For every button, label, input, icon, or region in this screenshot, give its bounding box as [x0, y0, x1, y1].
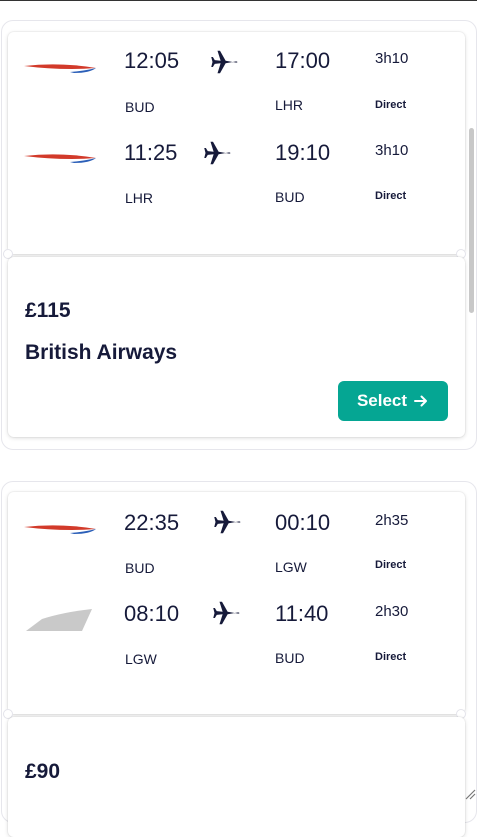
top-divider [0, 0, 477, 1]
british-airways-logo [24, 154, 96, 163]
plane-icon [213, 601, 240, 625]
stops-label: Direct [375, 651, 407, 663]
british-airways-logo [24, 64, 96, 73]
departure-airport: BUD [125, 560, 155, 576]
arrival-time: 00:10 [275, 510, 331, 535]
arrival-airport: LGW [275, 559, 307, 575]
flight-itinerary-card[interactable]: 22:35 BUD 00:10 LGW 2h35 Direct 08:10 LG… [8, 492, 465, 714]
departure-time: 22:35 [124, 510, 180, 535]
airline-name: British Airways [25, 341, 178, 364]
departure-time: 08:10 [124, 601, 180, 626]
price-card: £115 British Airways Select [8, 257, 465, 437]
arrival-airport: BUD [275, 189, 305, 205]
departure-airport: LHR [125, 190, 154, 206]
generic-airline-logo [26, 609, 92, 631]
arrow-right-icon [414, 395, 428, 407]
stops-label: Direct [375, 99, 407, 111]
stops-label: Direct [375, 559, 407, 571]
arrival-airport: BUD [275, 650, 305, 666]
flight-leg-outbound: 22:35 BUD 00:10 LGW 2h35 Direct [8, 504, 465, 576]
flight-leg-return: 08:10 LGW 11:40 BUD 2h30 Direct [8, 595, 465, 667]
arrival-time: 19:10 [275, 140, 331, 165]
flight-duration: 3h10 [375, 50, 409, 67]
departure-time: 11:25 [124, 140, 178, 165]
plane-icon [214, 510, 241, 534]
departure-airport: LGW [125, 651, 157, 667]
flight-leg-outbound: 12:05 BUD 17:00 LHR 3h10 Direct [8, 44, 465, 115]
select-button-label: Select [356, 391, 408, 410]
plane-icon [211, 50, 238, 74]
stops-label: Direct [375, 190, 407, 202]
flight-duration: 3h10 [375, 142, 409, 159]
arrival-time: 17:00 [275, 48, 331, 73]
departure-time: 12:05 [124, 48, 180, 73]
british-airways-logo [24, 525, 96, 534]
price: £90 [25, 760, 61, 783]
flight-leg-return: 11:25 LHR 19:10 BUD 3h10 Direct [8, 136, 465, 206]
resize-handle-icon[interactable] [463, 787, 476, 800]
flight-duration: 2h30 [375, 603, 409, 620]
flight-itinerary-card[interactable]: 12:05 BUD 17:00 LHR 3h10 Direct 11:25 LH… [8, 32, 465, 254]
select-button[interactable]: Select [338, 381, 448, 421]
flight-duration: 2h35 [375, 512, 409, 529]
price-card: £90 [8, 717, 465, 837]
arrival-time: 11:40 [275, 601, 329, 626]
scrollbar-thumb[interactable] [469, 128, 474, 313]
plane-icon [204, 141, 231, 165]
price: £115 [25, 299, 71, 322]
arrival-airport: LHR [275, 97, 304, 113]
departure-airport: BUD [125, 99, 155, 115]
